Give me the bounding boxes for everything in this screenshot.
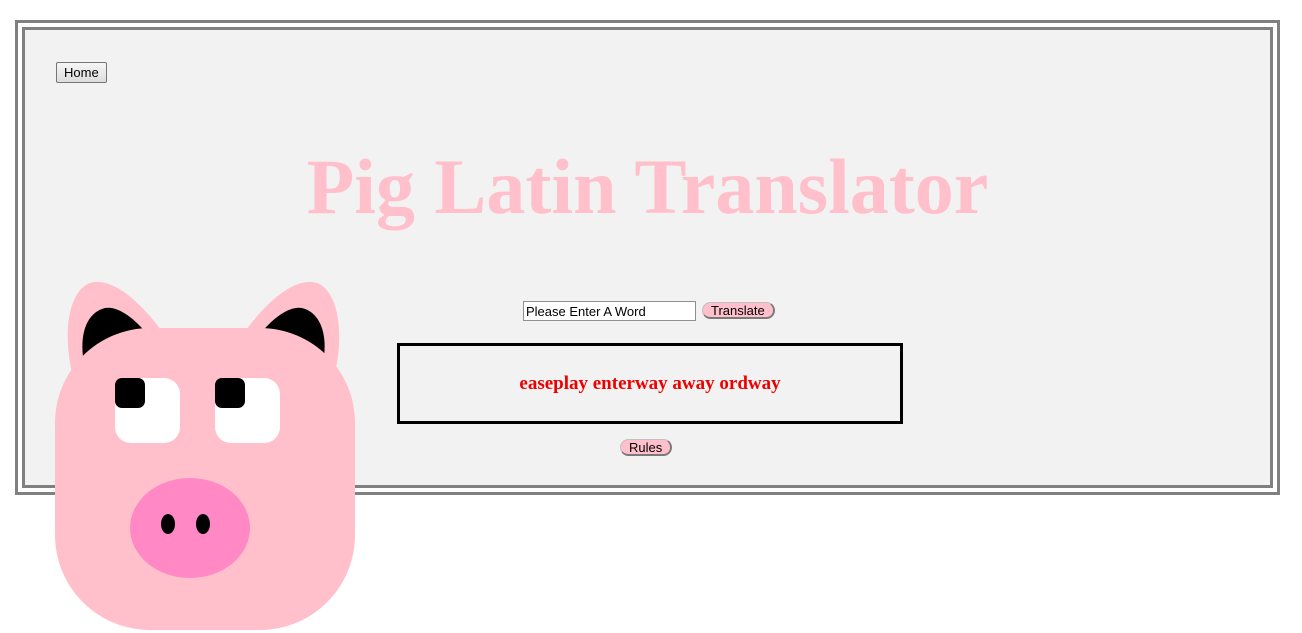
pig-right-pupil bbox=[215, 378, 245, 408]
translation-result: easeplay enterway away ordway bbox=[519, 372, 781, 394]
pig-snout bbox=[130, 478, 250, 578]
translate-button[interactable]: Translate bbox=[702, 302, 775, 319]
pig-left-nostril bbox=[161, 514, 175, 534]
pig-face-icon bbox=[55, 281, 355, 630]
page-title: Pig Latin Translator bbox=[306, 143, 989, 230]
page: Home Pig Latin Translator Translate ease… bbox=[0, 0, 1302, 633]
pig-head bbox=[55, 328, 355, 630]
pig-right-nostril bbox=[196, 514, 210, 534]
result-box: easeplay enterway away ordway bbox=[397, 343, 903, 424]
pig-left-pupil bbox=[115, 378, 145, 408]
home-button[interactable]: Home bbox=[56, 62, 107, 83]
word-input[interactable] bbox=[523, 301, 696, 321]
rules-button[interactable]: Rules bbox=[620, 439, 673, 456]
